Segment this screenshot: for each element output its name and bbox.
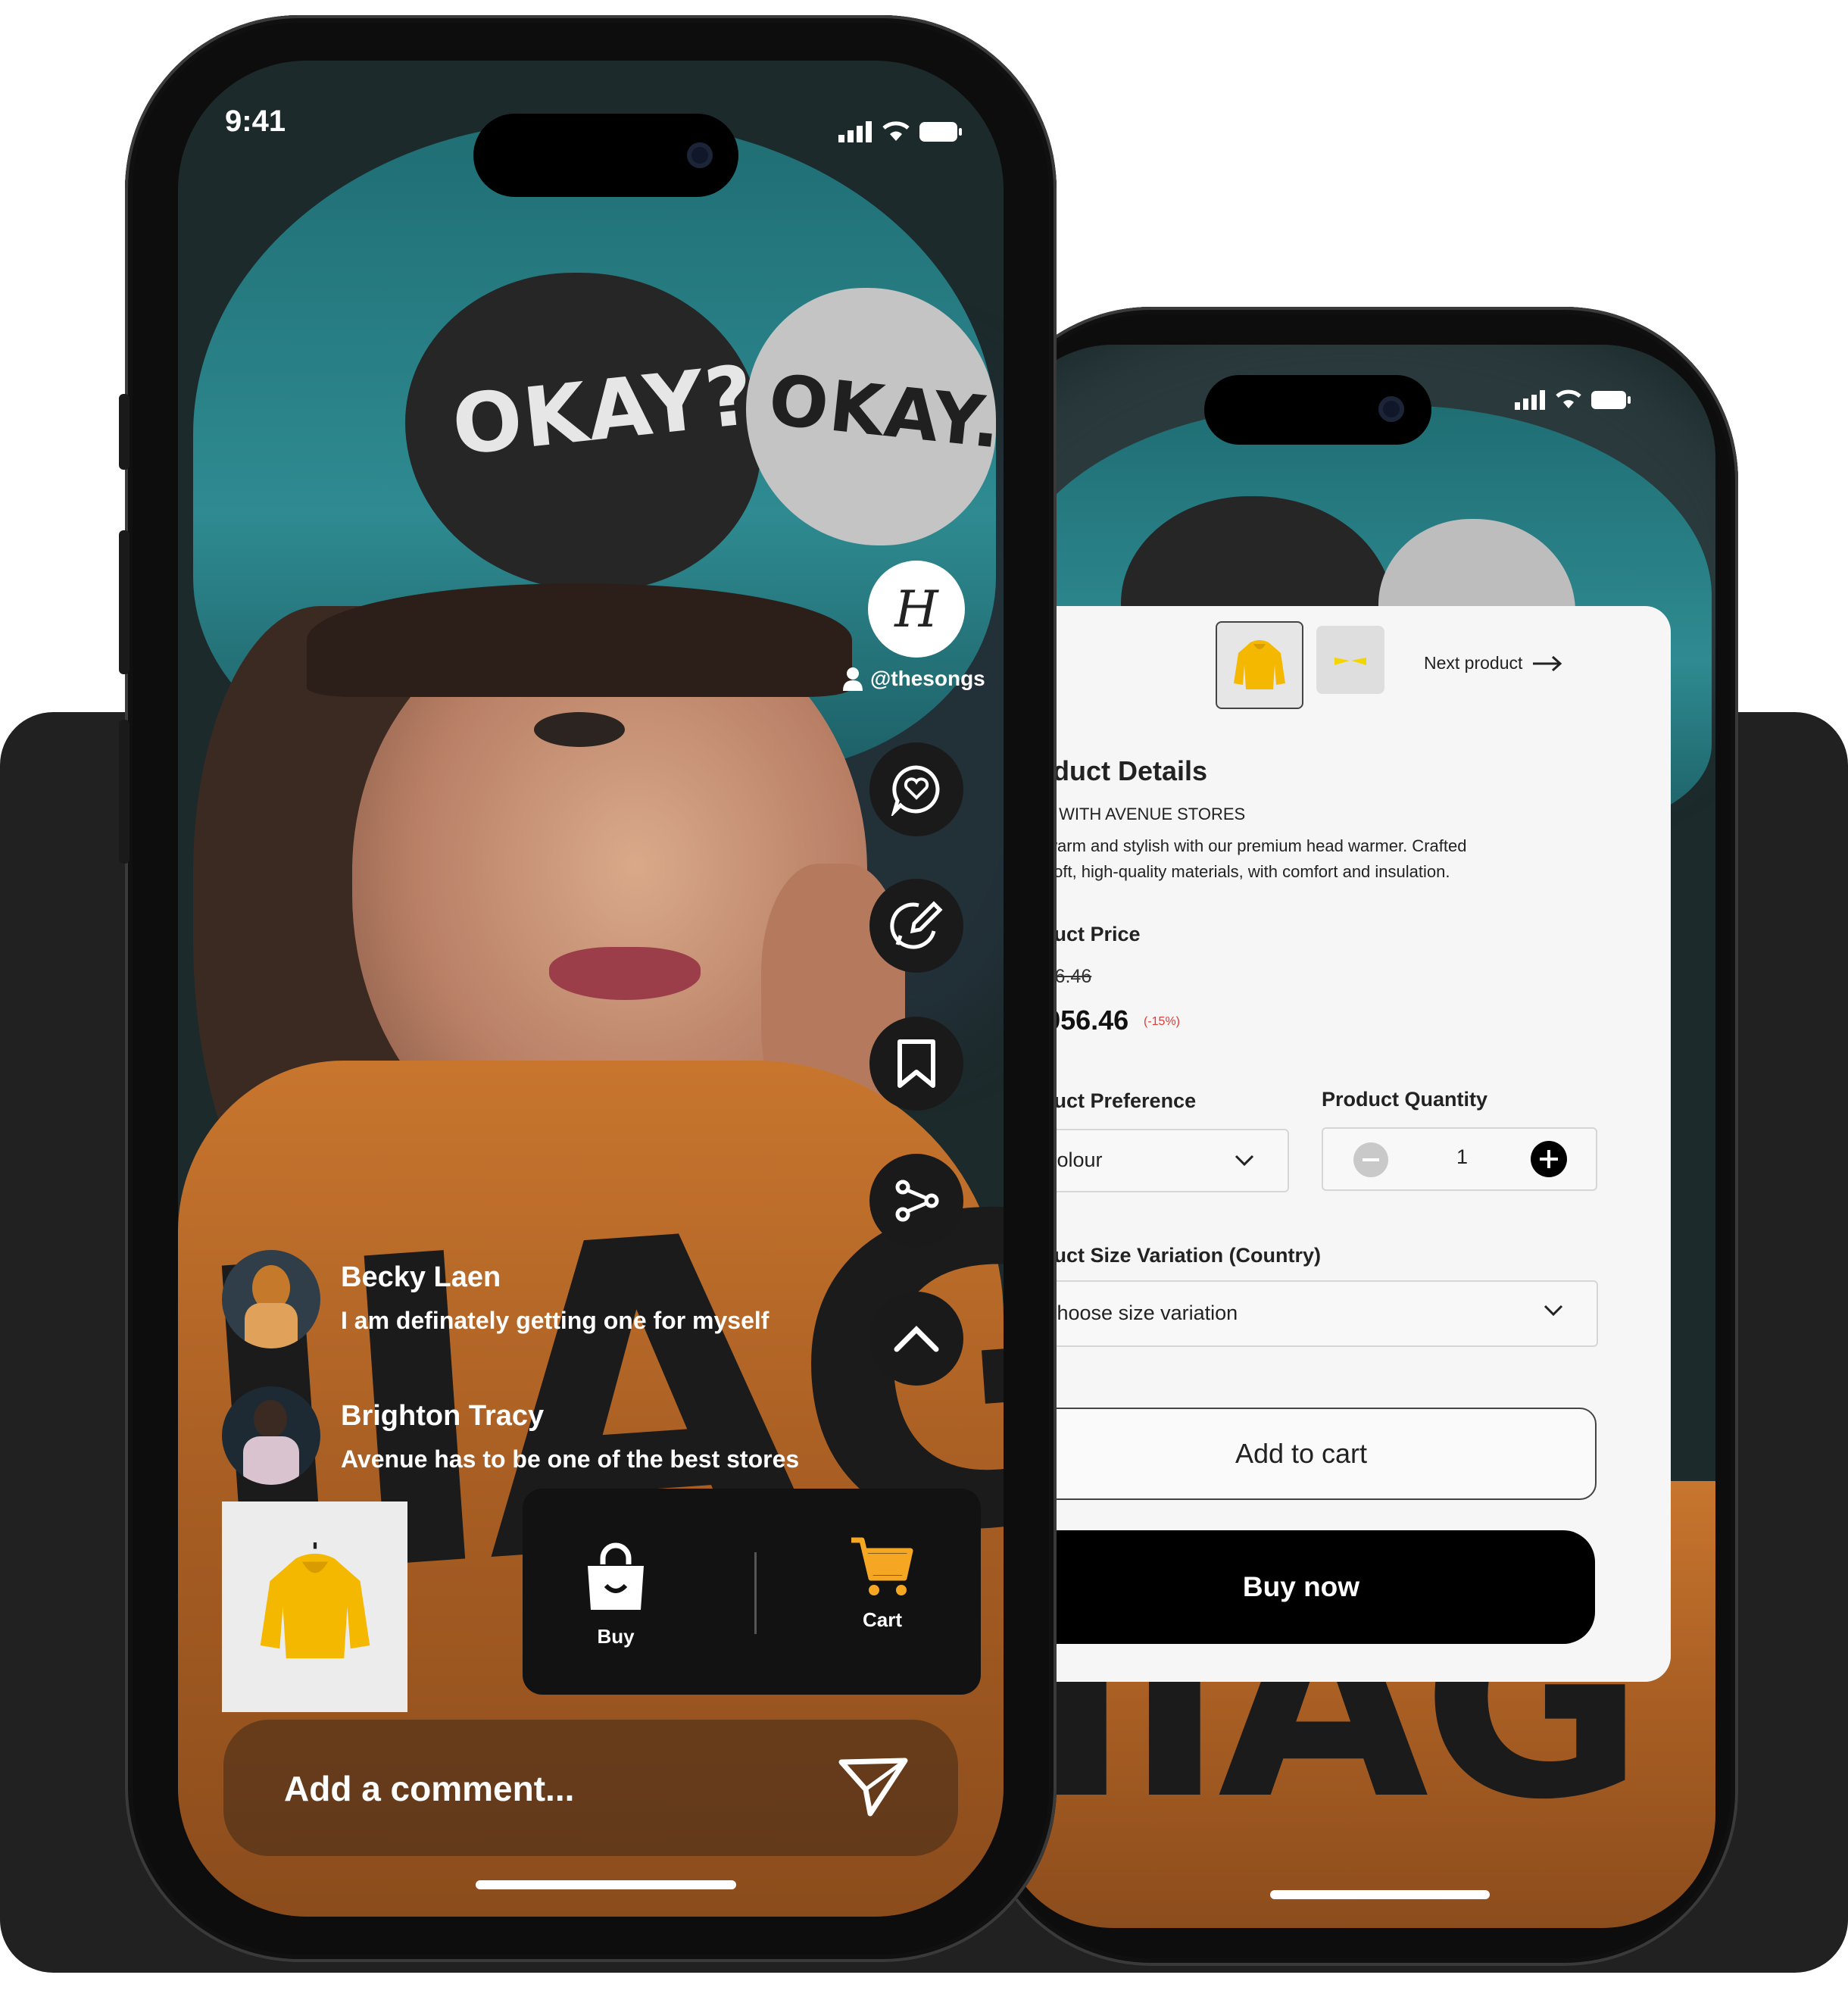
next-product-link[interactable]: Next product xyxy=(1424,653,1563,673)
cart-label: Cart xyxy=(862,1608,902,1631)
status-time: 9:41 xyxy=(225,105,286,138)
size-select-placeholder: Choose size variation xyxy=(1042,1301,1238,1324)
edit-chat-icon xyxy=(890,901,943,949)
patch-right-text: OKAY. xyxy=(765,359,1004,464)
comment-text: Avenue has to be one of the best stores xyxy=(341,1445,800,1473)
plus-icon-vertical xyxy=(1547,1150,1550,1168)
status-icons xyxy=(1515,389,1631,410)
signal-icon xyxy=(838,121,872,142)
creator-handle[interactable]: @thesongs xyxy=(841,667,985,691)
user-icon xyxy=(843,667,863,691)
bookmark-icon xyxy=(897,1039,935,1088)
arrow-right-icon xyxy=(1533,655,1562,671)
signal-icon xyxy=(1515,390,1545,410)
volume-up-button xyxy=(119,530,130,674)
quantity-value: 1 xyxy=(1456,1145,1469,1168)
bookmark-button[interactable] xyxy=(869,1017,963,1111)
hoodie-icon xyxy=(1234,640,1285,689)
creator-handle-text: @thesongs xyxy=(870,667,985,690)
share-button[interactable] xyxy=(869,1154,963,1248)
like-button[interactable] xyxy=(869,742,963,836)
home-indicator xyxy=(1270,1890,1490,1899)
minus-icon xyxy=(1363,1158,1379,1161)
chevron-down-icon xyxy=(1235,1155,1254,1167)
dynamic-island xyxy=(1204,375,1431,445)
camera-icon xyxy=(1378,396,1404,422)
status-icons xyxy=(838,120,963,142)
battery-icon xyxy=(919,122,962,142)
creator-avatar[interactable]: H xyxy=(868,561,965,658)
comment-input-placeholder: Add a comment... xyxy=(284,1769,575,1808)
next-product-label: Next product xyxy=(1424,653,1523,673)
wifi-icon xyxy=(882,121,910,141)
creator-avatar-initial: H xyxy=(894,580,938,639)
chevron-down-icon xyxy=(1544,1305,1563,1317)
actions-divider xyxy=(754,1552,757,1634)
comment-author: Brighton Tracy xyxy=(341,1400,545,1432)
wifi-icon xyxy=(1556,389,1581,408)
comment-button[interactable] xyxy=(869,879,963,973)
hoodie-icon xyxy=(260,1542,370,1658)
shopping-bag-icon xyxy=(588,1542,644,1610)
accessory-icon xyxy=(1334,658,1366,665)
buy-label: Buy xyxy=(597,1625,635,1648)
lips xyxy=(549,947,701,1000)
quantity-label: Product Quantity xyxy=(1322,1088,1488,1111)
phone-live-stream: OKAY? OKAY. IIAG 9:41 H @thesongs Becky … xyxy=(119,15,1057,1962)
patch-left-text: OKAY? xyxy=(448,348,760,474)
camera-icon xyxy=(687,142,713,168)
expand-button[interactable] xyxy=(869,1292,963,1386)
increment-button[interactable] xyxy=(1531,1141,1567,1177)
send-icon[interactable] xyxy=(837,1755,910,1818)
discount-badge: (-15%) xyxy=(1144,1015,1181,1028)
product-details-sheet: Next product Product Details SHOP WITH A… xyxy=(1000,606,1671,1682)
share-icon xyxy=(895,1180,939,1222)
buy-now-button[interactable]: Buy now xyxy=(1007,1530,1595,1644)
battery-icon xyxy=(1591,391,1631,409)
mute-switch xyxy=(119,394,130,470)
quantity-stepper[interactable]: 1 xyxy=(1322,1127,1597,1191)
eye xyxy=(534,712,625,747)
cart-icon xyxy=(851,1537,913,1595)
dynamic-island xyxy=(473,114,738,197)
phone2-screen: IIAG 41 Next product Product Details xyxy=(1000,345,1715,1928)
chevron-up-icon xyxy=(894,1326,939,1352)
phone1-screen: OKAY? OKAY. IIAG 9:41 H @thesongs Becky … xyxy=(178,61,1004,1917)
comment-avatar xyxy=(222,1386,320,1485)
volume-down-button xyxy=(119,720,130,864)
add-to-cart-button[interactable]: Add to cart xyxy=(1006,1408,1597,1500)
featured-product-thumbnail[interactable] xyxy=(222,1501,407,1712)
home-indicator xyxy=(476,1880,736,1889)
buy-action[interactable]: Buy xyxy=(583,1542,648,1648)
product-thumb-hoodie[interactable] xyxy=(1216,621,1303,709)
comment-text: I am definately getting one for myself xyxy=(341,1307,769,1334)
heart-chat-icon xyxy=(891,765,940,816)
product-thumb-accessory[interactable] xyxy=(1316,626,1384,694)
description-line-2: from soft, high-quality materials, with … xyxy=(1007,862,1450,881)
description-line-1: Stay warm and stylish with our premium h… xyxy=(1007,836,1467,855)
comment-author: Becky Laen xyxy=(341,1261,501,1293)
comment-avatar xyxy=(222,1250,320,1348)
phone-product-details: IIAG 41 Next product Product Details xyxy=(977,307,1738,1966)
comment-input[interactable]: Add a comment... xyxy=(223,1720,958,1856)
size-select[interactable]: Choose size variation xyxy=(1007,1280,1598,1347)
cart-action[interactable]: Cart xyxy=(848,1534,916,1632)
decrement-button[interactable] xyxy=(1353,1142,1388,1177)
purchase-actions-panel: Buy Cart xyxy=(523,1489,981,1695)
